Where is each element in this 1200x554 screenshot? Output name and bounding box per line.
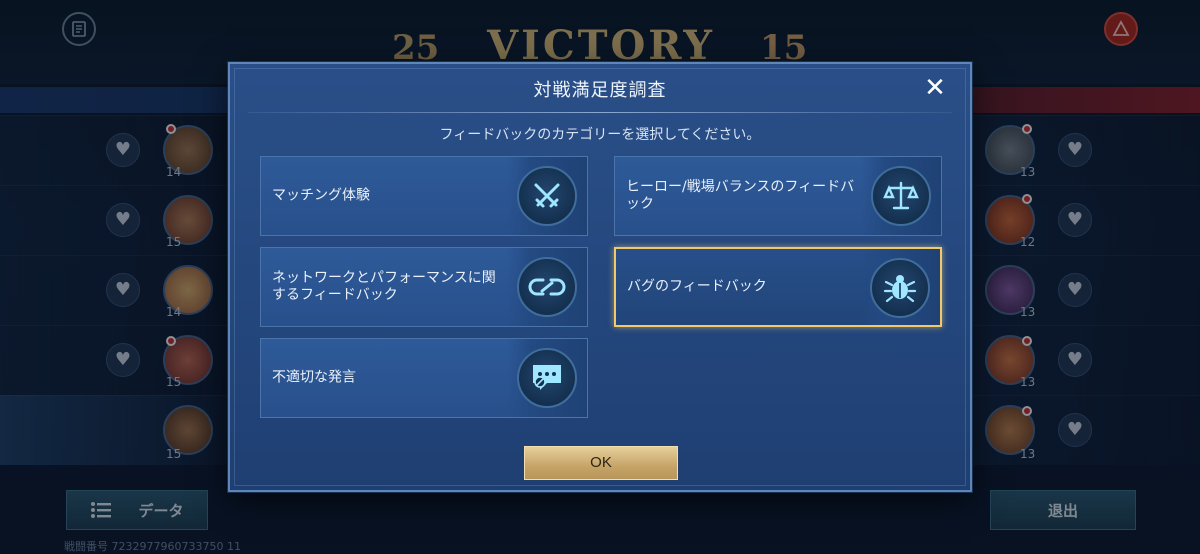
option-label: マッチング体験 <box>272 187 370 204</box>
balance-scale-icon <box>871 166 931 226</box>
option-label: バグのフィードバック <box>627 278 767 295</box>
dialog-title: 対戦満足度調査 <box>533 80 667 101</box>
option-bug-feedback[interactable]: バグのフィードバック <box>614 247 942 327</box>
option-icon-panel <box>507 248 587 326</box>
option-label: ネットワークとパフォーマンスに関するフィードバック <box>272 270 496 303</box>
link-icon <box>517 257 577 317</box>
option-icon-panel <box>507 157 587 235</box>
instruction-text: フィードバックのカテゴリーを選択してください。 <box>439 127 761 143</box>
chat-block-icon <box>517 348 577 408</box>
option-icon-panel <box>860 249 940 325</box>
option-icon-panel <box>507 339 587 417</box>
option-matching-experience[interactable]: マッチング体験 <box>260 156 588 236</box>
option-hero-balance[interactable]: ヒーロー/戦場バランスのフィードバック <box>614 156 942 236</box>
crossed-swords-icon <box>517 166 577 226</box>
feedback-survey-dialog: 対戦満足度調査 ✕ フィードバックのカテゴリーを選択してください。 マッチング体… <box>228 62 972 492</box>
option-network-performance[interactable]: ネットワークとパフォーマンスに関するフィードバック <box>260 247 588 327</box>
option-icon-panel <box>861 157 941 235</box>
bug-icon <box>870 258 930 318</box>
close-icon[interactable]: ✕ <box>920 74 950 104</box>
ok-button[interactable]: OK <box>524 446 678 480</box>
option-label: 不適切な発言 <box>272 369 356 386</box>
option-label: ヒーロー/戦場バランスのフィードバック <box>626 179 855 212</box>
divider <box>248 112 952 113</box>
option-inappropriate-speech[interactable]: 不適切な発言 <box>260 338 588 418</box>
